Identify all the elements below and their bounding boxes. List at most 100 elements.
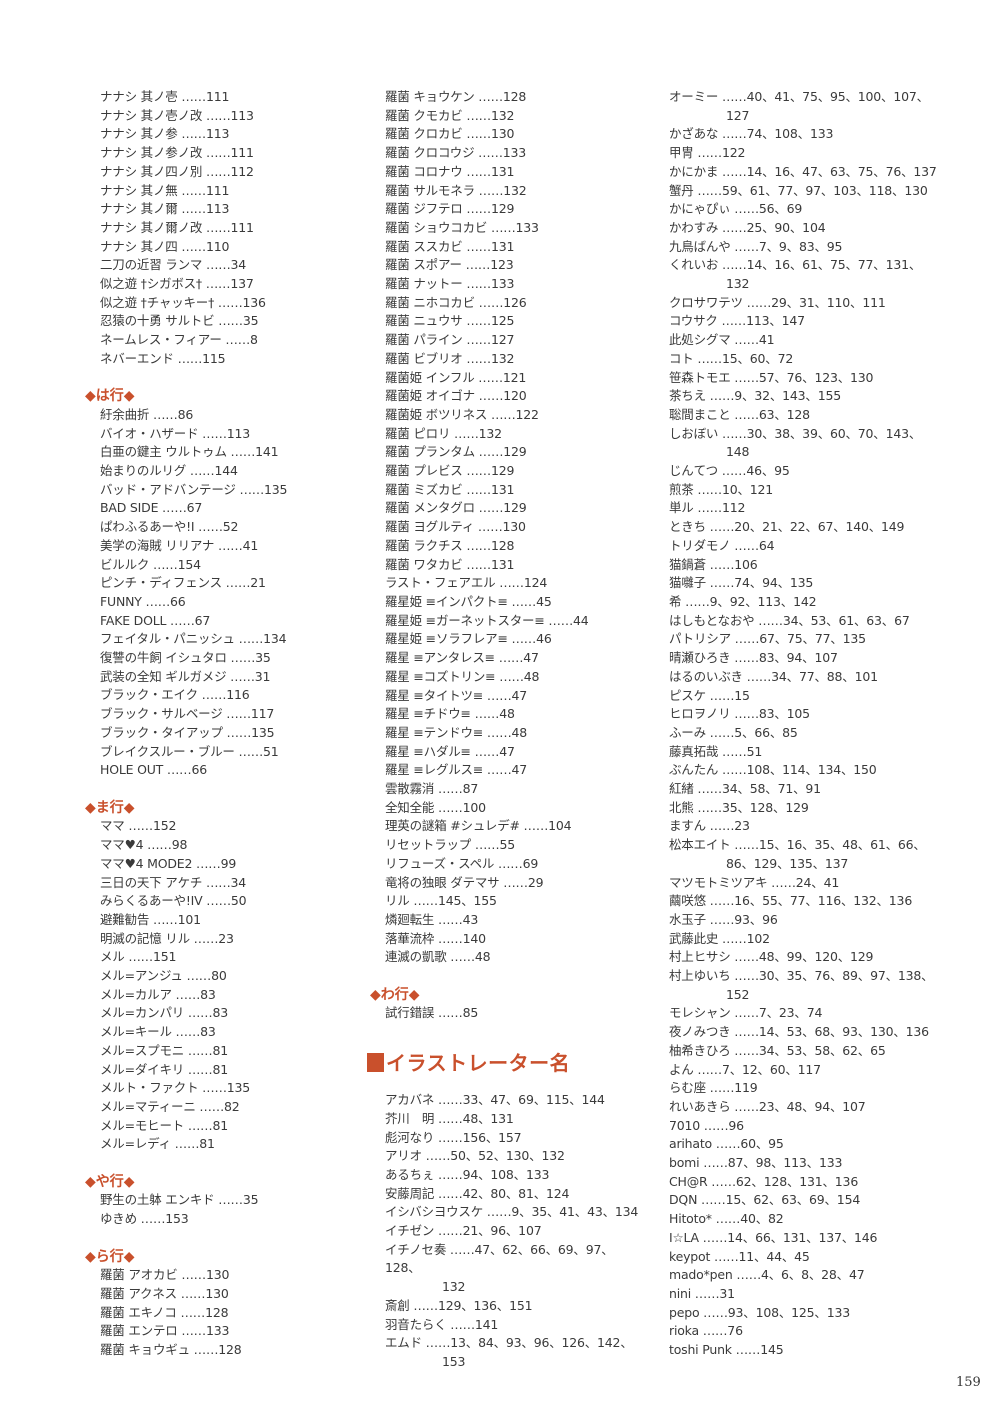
illustrator-entry: オーミー ……40、41、75、95、100、107、 127 (669, 88, 959, 125)
illustrator-entry: CH@R ……62、128、131、136 (669, 1173, 959, 1192)
illustrator-entry: マツモトミツアキ ……24、41 (669, 874, 959, 893)
index-entry: ネバーエンド ……115 (100, 350, 226, 366)
illustrator-entry-text: toshi Punk ……145 (669, 1342, 784, 1358)
illustrator-entry: イチノセ奏 ……47、62、66、69、97、128、 132 (385, 1241, 645, 1297)
index-entry: 羅菌 スポアー ……123 (385, 257, 514, 273)
illustrator-entry: 水玉子 ……93、96 (669, 911, 959, 930)
index-entry: ナナシ 其ノ爾 ……113 (100, 201, 230, 217)
illustrator-entry: I☆LA ……14、66、131、137、146 (669, 1229, 959, 1248)
illustrator-entry-text: ヒロヲノリ ……83、105 (669, 706, 810, 722)
index-entry: 全知全能 ……100 (385, 799, 486, 815)
illustrator-entry-text: 村上ヒサシ ……48、99、120、129 (669, 949, 874, 965)
illustrator-entry: 猫囃子 ……74、94、135 (669, 574, 959, 593)
index-entry: みらくるあーや!IV ……50 (100, 893, 247, 909)
illustrator-entry-text: はるのいぶき ……34、77、88、101 (669, 668, 878, 684)
illustrator-entry-continuation: 152 (726, 986, 750, 1002)
entry-list: 野生の土躰 エンキド ……35 ゆきめ ……153 (100, 1191, 350, 1228)
section-heading-ha: ◆は行◆ (85, 388, 135, 405)
illustrator-entry-text: かざあな ……74、108、133 (669, 126, 834, 142)
index-entry: FUNNY ……66 (100, 593, 186, 609)
index-entry: FAKE DOLL ……67 (100, 612, 211, 628)
index-entry: 羅菌 ワタカビ ……131 (385, 556, 515, 572)
illustrator-entry: あるちぇ ……94、108、133 (385, 1166, 645, 1185)
index-entry: ナナシ 其ノ参 ……113 (100, 126, 230, 142)
illustrator-entry: 松本エイト ……15、16、35、48、61、66、 86、129、135、137 (669, 836, 959, 873)
index-entry: 復讐の牛飼 イシュタロ ……35 (100, 650, 271, 666)
section-heading-ya: ◆や行◆ (85, 1173, 135, 1190)
illustrator-entry-text: イチゼン ……21、96、107 (385, 1223, 542, 1239)
index-entry: ネームレス・フィアー ……8 (100, 332, 258, 348)
index-entry: 羅菌 ナットー ……133 (385, 276, 515, 292)
illustrator-entry: 芥川 明 ……48、131 (385, 1110, 645, 1129)
illustrator-entry-text: 紅緒 ……34、58、71、91 (669, 781, 821, 797)
index-entry: 羅星姫 ≡インパクト≡ ……45 (385, 593, 552, 609)
illustrator-entry: 北熊 ……35、128、129 (669, 799, 959, 818)
index-entry: 羅菌姫 インフル ……121 (385, 369, 527, 385)
illustrator-entry-text: モレシャン ……7、23、74 (669, 1005, 823, 1021)
illustrator-entry: しおぼい ……30、38、39、60、70、143、 148 (669, 425, 959, 462)
index-entry: 二刀の近習 ランマ ……34 (100, 257, 247, 273)
index-entry: 羅菌 パライン ……127 (385, 332, 515, 348)
index-entry: 羅菌 エキノコ ……128 (100, 1304, 229, 1320)
illustrator-entry: 藤真拓哉 ……51 (669, 743, 959, 762)
index-entry: BAD SIDE ……67 (100, 500, 203, 516)
section-heading-ma: ◆ま行◆ (85, 799, 135, 816)
illustrator-entry-text: 北熊 ……35、128、129 (669, 799, 809, 815)
illustrator-entry-text: 松本エイト ……15、16、35、48、61、66、 (669, 837, 926, 853)
illustrator-entry-continuation: 127 (726, 107, 750, 123)
illustrator-entry-text: 笹森トモエ ……57、76、123、130 (669, 369, 874, 385)
illustrator-entry-continuation: 153 (442, 1353, 466, 1369)
illustrator-entry: はしもとなおや ……34、53、61、63、67 (669, 612, 959, 631)
illustrator-entry-text: コウサク ……113、147 (669, 313, 805, 329)
illustrator-entry: くれいお ……14、16、61、75、77、131、 132 (669, 256, 959, 293)
illustrator-entry-text: 彪河なり ……156、157 (385, 1129, 522, 1145)
index-column-1: ナナシ 其ノ壱 ……111 ナナシ 其ノ壱ノ改 ……113 ナナシ 其ノ参 ……11… (85, 88, 350, 1360)
illustrator-entry: 聡間まこと ……63、128 (669, 406, 959, 425)
index-entry: バイオ・ハザード ……113 (100, 425, 251, 441)
illustrator-entry: アカバネ ……33、47、69、115、144 (385, 1091, 645, 1110)
index-entry: 羅菌 ショウコカビ ……133 (385, 219, 539, 235)
illustrator-entry: アリオ ……50、52、130、132 (385, 1147, 645, 1166)
illustrator-entry-text: パトリシア ……67、75、77、135 (669, 631, 866, 647)
illustrator-entry-text: かにかま ……14、16、47、63、75、76、137 (669, 163, 937, 179)
illustrator-entry-text: 煎茶 ……10、121 (669, 481, 774, 497)
index-entry: ブラック・サルベージ ……117 (100, 706, 275, 722)
illustrator-entry: イチゼン ……21、96、107 (385, 1222, 645, 1241)
index-entry: リル ……145、155 (385, 893, 497, 909)
index-entry: 似之遊 †チャッキー† ……136 (100, 294, 266, 310)
entry-list: 羅菌 キョウケン ……128 羅菌 クモカビ ……132 羅菌 クロカビ ……130… (385, 88, 645, 967)
illustrator-entry: ますん ……23 (669, 817, 959, 836)
index-entry: 羅菌 ピロリ ……132 (385, 425, 502, 441)
illustrator-entry: かわすみ ……25、90、104 (669, 219, 959, 238)
illustrator-entry-text: nini ……31 (669, 1286, 735, 1301)
illustrator-entry-text: アリオ ……50、52、130、132 (385, 1148, 565, 1164)
illustrator-entry: mado*pen ……4、6、8、28、47 (669, 1266, 959, 1285)
heading-square-icon (367, 1053, 384, 1073)
illustrator-entry: 煎茶 ……10、121 (669, 481, 959, 500)
index-entry: 羅菌 コロナウ ……131 (385, 163, 515, 179)
index-entry: ナナシ 其ノ壱 ……111 (100, 89, 230, 104)
index-entry: 羅菌 アクネス ……130 (100, 1285, 229, 1301)
illustrator-entry-text: かにゃぴぃ ……56、69 (669, 201, 803, 217)
illustrator-entry-continuation: 148 (726, 444, 750, 460)
index-entry: 羅星 ≡タイトツ≡ ……47 (385, 687, 528, 703)
index-entry: メルト・ファクト ……135 (100, 1080, 251, 1096)
index-entry: ブラック・エイク ……116 (100, 687, 250, 703)
index-entry: 羅菌姫 オイゴナ ……120 (385, 388, 527, 404)
illustrator-entry: よん ……7、12、60、117 (669, 1061, 959, 1080)
illustrator-entry: nini ……31 (669, 1285, 959, 1304)
illustrator-entry: 単ル ……112 (669, 499, 959, 518)
illustrator-entry: Hitoto* ……40、82 (669, 1210, 959, 1229)
index-entry: メル=レディ ……81 (100, 1136, 215, 1152)
illustrator-entry-text: bomi ……87、98、113、133 (669, 1155, 843, 1171)
index-entry: バッド・アドバンテージ ……135 (100, 481, 288, 497)
illustrator-entry-text: 聡間まこと ……63、128 (669, 406, 810, 422)
illustrator-entry: 羽音たらく ……141 (385, 1316, 645, 1335)
index-entry: 羅菌 クロコウジ ……133 (385, 145, 527, 161)
illustrator-entry: ときち ……20、21、22、67、140、149 (669, 518, 959, 537)
illustrator-entry-text: よん ……7、12、60、117 (669, 1061, 821, 1077)
index-entry: メル=モヒート ……81 (100, 1117, 228, 1133)
index-entry: 武装の全知 ギルガメジ ……31 (100, 668, 271, 684)
index-entry: 理英の謎箱 #シュレデ# ……104 (385, 818, 572, 834)
index-entry: 連滅の凱歌 ……48 (385, 949, 491, 965)
